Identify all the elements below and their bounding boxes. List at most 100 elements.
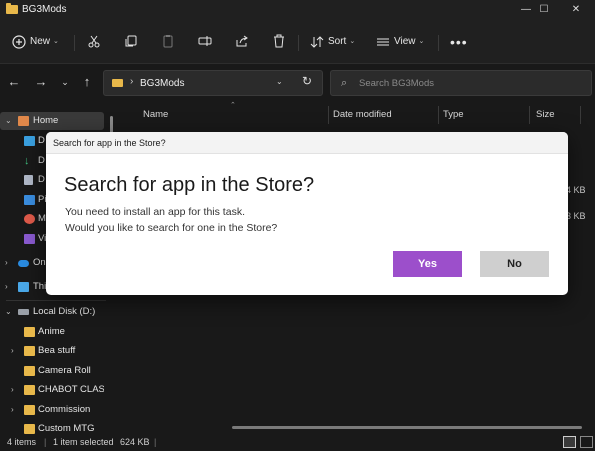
sidebar-item-label: D: [38, 155, 45, 166]
close-button[interactable]: ✕: [556, 0, 595, 20]
selection-count: 1 item selected: [53, 437, 114, 447]
back-arrow-icon[interactable]: ←: [6, 74, 22, 90]
sort-label: Sort: [328, 36, 347, 47]
chevron-down-icon: ⌄: [418, 38, 425, 45]
divider: [438, 35, 439, 51]
new-button[interactable]: New ⌄: [12, 32, 59, 52]
onedrive-icon: [18, 260, 29, 267]
column-headers: ⌃ Name Date modified Type Size: [120, 102, 595, 126]
copy-button[interactable]: [124, 32, 138, 52]
dialog-heading: Search for app in the Store?: [64, 174, 315, 196]
sidebar-item-folder[interactable]: Custom MTG: [0, 420, 104, 434]
chevron-down-icon: ⌄: [349, 38, 356, 45]
dialog-message-line-1: You need to install an app for this task…: [65, 206, 245, 218]
sort-icon: [310, 35, 324, 49]
sidebar-item-folder[interactable]: Anime: [0, 323, 104, 341]
search-input[interactable]: [359, 76, 579, 90]
column-type[interactable]: Type: [443, 104, 464, 126]
details-view-icon[interactable]: [563, 436, 576, 448]
folder-icon: [24, 385, 35, 395]
chevron-right-icon[interactable]: ›: [11, 401, 14, 419]
column-divider[interactable]: [529, 106, 530, 124]
sidebar-item-label: M: [38, 213, 46, 224]
documents-icon: [24, 175, 33, 185]
title-bar: BG3Mods — ☐ ✕: [0, 0, 595, 20]
sidebar-item-label: Local Disk (D:): [33, 306, 96, 317]
rename-button[interactable]: [198, 32, 212, 52]
more-options-icon[interactable]: •••: [450, 32, 468, 52]
yes-button[interactable]: Yes: [393, 251, 462, 277]
sidebar-item-label: Camera Roll: [38, 365, 91, 376]
tiles-view-icon[interactable]: [580, 436, 593, 448]
folder-icon: [24, 424, 35, 434]
folder-icon: [24, 327, 35, 337]
chevron-down-icon[interactable]: ⌄: [5, 112, 12, 130]
sidebar-item-folder[interactable]: › CHABOT CLASSE: [0, 381, 104, 399]
divider: [74, 35, 75, 51]
divider: [6, 300, 106, 301]
search-box[interactable]: ⌕: [330, 70, 592, 96]
divider: [298, 35, 299, 51]
status-separator: |: [154, 437, 157, 447]
column-date-modified[interactable]: Date modified: [333, 104, 392, 126]
column-divider[interactable]: [438, 106, 439, 124]
status-bar: 4 items | 1 item selected 624 KB |: [0, 434, 595, 451]
rename-icon: [198, 34, 212, 48]
forward-arrow-icon[interactable]: →: [33, 74, 49, 90]
paste-button[interactable]: [161, 32, 175, 52]
folder-icon: [24, 346, 35, 356]
sidebar-item-local-disk[interactable]: ⌄ Local Disk (D:): [0, 303, 104, 321]
sidebar-item-folder[interactable]: › Bea stuff: [0, 342, 104, 360]
sidebar-item-label: Home: [33, 115, 59, 126]
desktop-icon: [24, 136, 35, 146]
chevron-right-icon[interactable]: ›: [11, 342, 14, 360]
pictures-icon: [24, 195, 35, 205]
view-list-icon: [376, 35, 390, 49]
chevron-down-icon[interactable]: ⌄: [276, 77, 283, 86]
breadcrumb-current[interactable]: BG3Mods: [140, 78, 184, 89]
store-search-dialog: Search for app in the Store? Search for …: [46, 132, 568, 295]
sidebar-item-home[interactable]: ⌄ Home: [0, 112, 104, 130]
address-bar[interactable]: › BG3Mods ⌄ ↻: [103, 70, 323, 96]
share-button[interactable]: [235, 32, 249, 52]
view-button[interactable]: View ⌄: [376, 32, 424, 52]
breadcrumb-separator-icon: ›: [130, 76, 134, 87]
horizontal-scrollbar[interactable]: [232, 426, 582, 429]
cut-button[interactable]: [87, 32, 101, 52]
chevron-right-icon[interactable]: ›: [5, 278, 8, 296]
sidebar-item-label: D: [38, 174, 45, 185]
home-icon: [18, 116, 29, 126]
recent-locations-icon[interactable]: ⌄: [57, 74, 73, 90]
sidebar-item-folder[interactable]: › Commission: [0, 401, 104, 419]
sidebar-item-label: Custom MTG: [38, 423, 95, 434]
refresh-icon[interactable]: ↻: [302, 74, 312, 88]
drive-icon: [18, 309, 29, 315]
delete-button[interactable]: [272, 32, 286, 52]
no-button[interactable]: No: [480, 251, 549, 277]
chevron-right-icon[interactable]: ›: [5, 254, 8, 272]
chevron-right-icon[interactable]: ›: [11, 381, 14, 399]
folder-icon: [24, 366, 35, 376]
chevron-down-icon[interactable]: ⌄: [5, 303, 12, 321]
column-divider[interactable]: [580, 106, 581, 124]
status-separator: |: [44, 437, 47, 447]
column-divider[interactable]: [328, 106, 329, 124]
sidebar-item-label: Anime: [38, 326, 65, 337]
view-label: View: [394, 36, 416, 47]
sort-button[interactable]: Sort ⌄: [310, 32, 355, 52]
column-name[interactable]: Name: [143, 104, 168, 126]
search-icon: ⌕: [341, 77, 348, 89]
folder-icon: [112, 79, 123, 87]
new-label: New: [30, 36, 51, 47]
sidebar-item-folder[interactable]: Camera Roll: [0, 362, 104, 380]
up-arrow-icon[interactable]: ↑: [79, 74, 95, 90]
address-row: ← → ⌄ ↑ › BG3Mods ⌄ ↻ ⌕: [0, 64, 595, 102]
sidebar-item-label: D: [38, 135, 45, 146]
sidebar-item-label: Thi: [33, 281, 47, 292]
column-size[interactable]: Size: [536, 104, 554, 126]
paste-icon: [161, 34, 175, 48]
music-icon: [24, 214, 35, 224]
folder-icon: [24, 405, 35, 415]
command-bar: New ⌄ Sort ⌄ View ⌄ •••: [0, 20, 595, 64]
file-size-cell: 3 KB: [566, 211, 586, 221]
